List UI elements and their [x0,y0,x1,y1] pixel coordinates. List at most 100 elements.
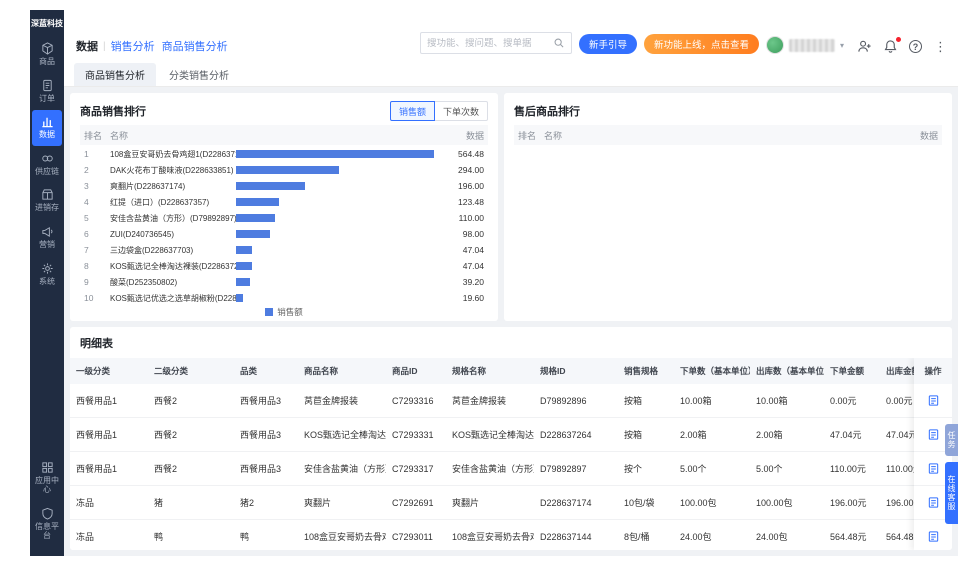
apps-icon [41,461,54,474]
sales-bar [236,230,271,238]
sales-bar [236,294,243,302]
product-name: ZUI(D240736545) [110,229,175,239]
sales-value: 196.00 [458,181,484,191]
product-name: 酸菜(D252350802) [110,277,178,287]
product-name: 红提（进口）(D228637357) [110,197,210,207]
guide-button[interactable]: 新手引导 [578,34,637,54]
metric-order-count-button[interactable]: 下单次数 [434,101,488,121]
table-row: 西餐用品1 西餐2 西餐用品3 安佳含盐黄油（方形） C7293317 安佳含盐黄油（方形… [70,452,940,486]
sidebar-item-label: 应用中心 [35,475,59,495]
content-area: 商品销售排行 销售额 下单次数 排名 名称 数据 1 108盒豆安哥奶去骨鸡翅1(… [64,87,958,556]
table-cell: 5.00个 [756,464,783,474]
rank-number: 5 [84,213,89,223]
table-cell: 按箱 [624,430,643,440]
breadcrumb: 数据 | 销售分析 商品销售分析 [76,38,235,54]
column-header: 规格名称 [452,366,487,376]
more-menu-icon[interactable]: ⋮ [933,39,948,54]
sidebar-item-data[interactable]: 数据 [32,110,62,146]
aftersale-card-title: 售后商品排行 [514,106,580,118]
column-header: 销售规格 [624,366,659,376]
tab-category-sales-analysis[interactable]: 分类销售分析 [158,63,240,86]
sales-value: 564.48 [458,149,484,159]
task-drawer-tab[interactable]: 任务 [945,424,958,456]
bar-track [236,182,434,190]
sidebar-item-info-platform[interactable]: 信息平台 [32,502,62,547]
table-cell: 西餐用品1 [76,464,118,474]
main-area: 数据 | 销售分析 商品销售分析 新手引导 新功能上线，点击查看 ▾ [64,10,958,556]
top-header: 数据 | 销售分析 商品销售分析 新手引导 新功能上线，点击查看 ▾ [64,10,958,62]
marketing-icon [41,225,54,238]
table-cell: 564.48元 [830,532,867,542]
sidebar-item-system[interactable]: 系统 [32,257,62,293]
table-cell: 莴苣金牌报装 [452,396,507,406]
table-cell: C7293331 [392,429,434,440]
aftersale-empty-body [514,145,942,313]
rank-number: 10 [84,293,94,303]
rank-column-header: 排名 [84,130,103,141]
user-menu[interactable]: ▾ [765,36,844,54]
ranking-column-headers: 排名 名称 数据 [80,125,488,145]
inventory-icon [41,188,54,201]
promo-button[interactable]: 新功能上线，点击查看 [643,34,759,54]
cube-icon [41,42,54,55]
table-cell: 108盒豆安哥奶去骨鸡翅1 [452,532,534,542]
table-cell: 鸭 [154,532,164,542]
bar-track [236,278,434,286]
sales-bar [236,198,280,206]
row-detail-button[interactable] [914,384,952,418]
column-header: 规格ID [540,366,566,376]
sidebar-item-inventory[interactable]: 进销存 [32,183,62,219]
ranking-row: 2 DAK火花布丁酸味液(D228633851) 294.00 [80,162,488,178]
avatar [765,36,784,54]
table-cell: 按个 [624,464,643,474]
ranking-row: 9 酸菜(D252350802) 39.20 [80,274,488,290]
detail-table: 一级分类 二级分类 品类 商品名称 商品ID 规格名称 规格ID 销售规格 下单数（基本单位） 出… [70,358,952,550]
sales-bar [236,262,253,270]
sidebar-item-label: 进销存 [35,203,59,213]
table-cell: D79892896 [540,395,587,406]
table-cell: 鸭 [240,532,250,542]
document-icon [927,462,940,475]
invite-user-icon[interactable] [857,39,872,54]
ranking-bar-list: 1 108盒豆安哥奶去骨鸡翅1(D228637144) 564.48 2 DAK火花布丁… [80,146,488,304]
breadcrumb-section[interactable]: 销售分析 [111,38,155,54]
sales-bar [236,150,434,158]
sales-value: 39.20 [462,277,484,287]
document-icon [927,394,940,407]
value-column-header: 数据 [919,130,938,141]
sidebar-item-supply-chain[interactable]: 供应链 [32,147,62,183]
header-icon-group: ? ⋮ [857,36,948,54]
metric-toggle: 销售额 下单次数 [389,101,488,121]
notification-bell-icon[interactable] [883,36,902,54]
row-detail-button[interactable] [914,520,952,550]
table-cell: 按箱 [624,396,643,406]
document-icon [927,428,940,441]
column-header: 品类 [240,366,258,376]
sidebar-item-marketing[interactable]: 营销 [32,220,62,256]
table-cell: 10.00箱 [680,396,712,406]
detail-table-title: 明细表 [80,338,113,350]
table-cell: KOS甄选记全棒淘达裸装 [452,430,534,440]
sidebar-item-goods[interactable]: 商品 [32,37,62,73]
sidebar-item-orders[interactable]: 订单 [32,74,62,110]
table-cell: D228637264 [540,429,592,440]
help-icon[interactable]: ? [909,40,922,53]
detail-table-card: 明细表 一级分类 二级分类 品类 商品名称 商品ID 规格名称 规格ID 销售规格 下单数（基本… [70,327,952,550]
metric-sales-amount-button[interactable]: 销售额 [389,101,435,121]
sidebar-item-app-center[interactable]: 应用中心 [32,456,62,501]
tab-product-sales-analysis[interactable]: 商品销售分析 [74,63,156,86]
customer-service-tab[interactable]: 在线客服 [945,462,958,524]
breadcrumb-current[interactable]: 商品销售分析 [162,38,228,54]
column-header: 出库数（基本单位） [756,366,824,376]
sidebar-item-label: 商品 [39,57,55,66]
product-name: 爽翻片(D228637174) [110,181,186,191]
table-cell: C7293316 [392,395,434,406]
app-window: 深蓝科技 商品 订单 数据 供应链 进销存 营销 系统 应用中心 信息平台 数据 | 销售分析… [30,10,958,556]
name-column-header: 名称 [544,130,563,141]
ranking-row: 5 安佳含盐黄油（方形）(D79892897) 110.00 [80,210,488,226]
search-icon[interactable] [553,37,565,49]
name-column-header: 名称 [110,130,129,141]
global-search[interactable] [419,32,572,54]
search-input[interactable] [426,37,549,49]
rank-number: 9 [84,277,89,287]
